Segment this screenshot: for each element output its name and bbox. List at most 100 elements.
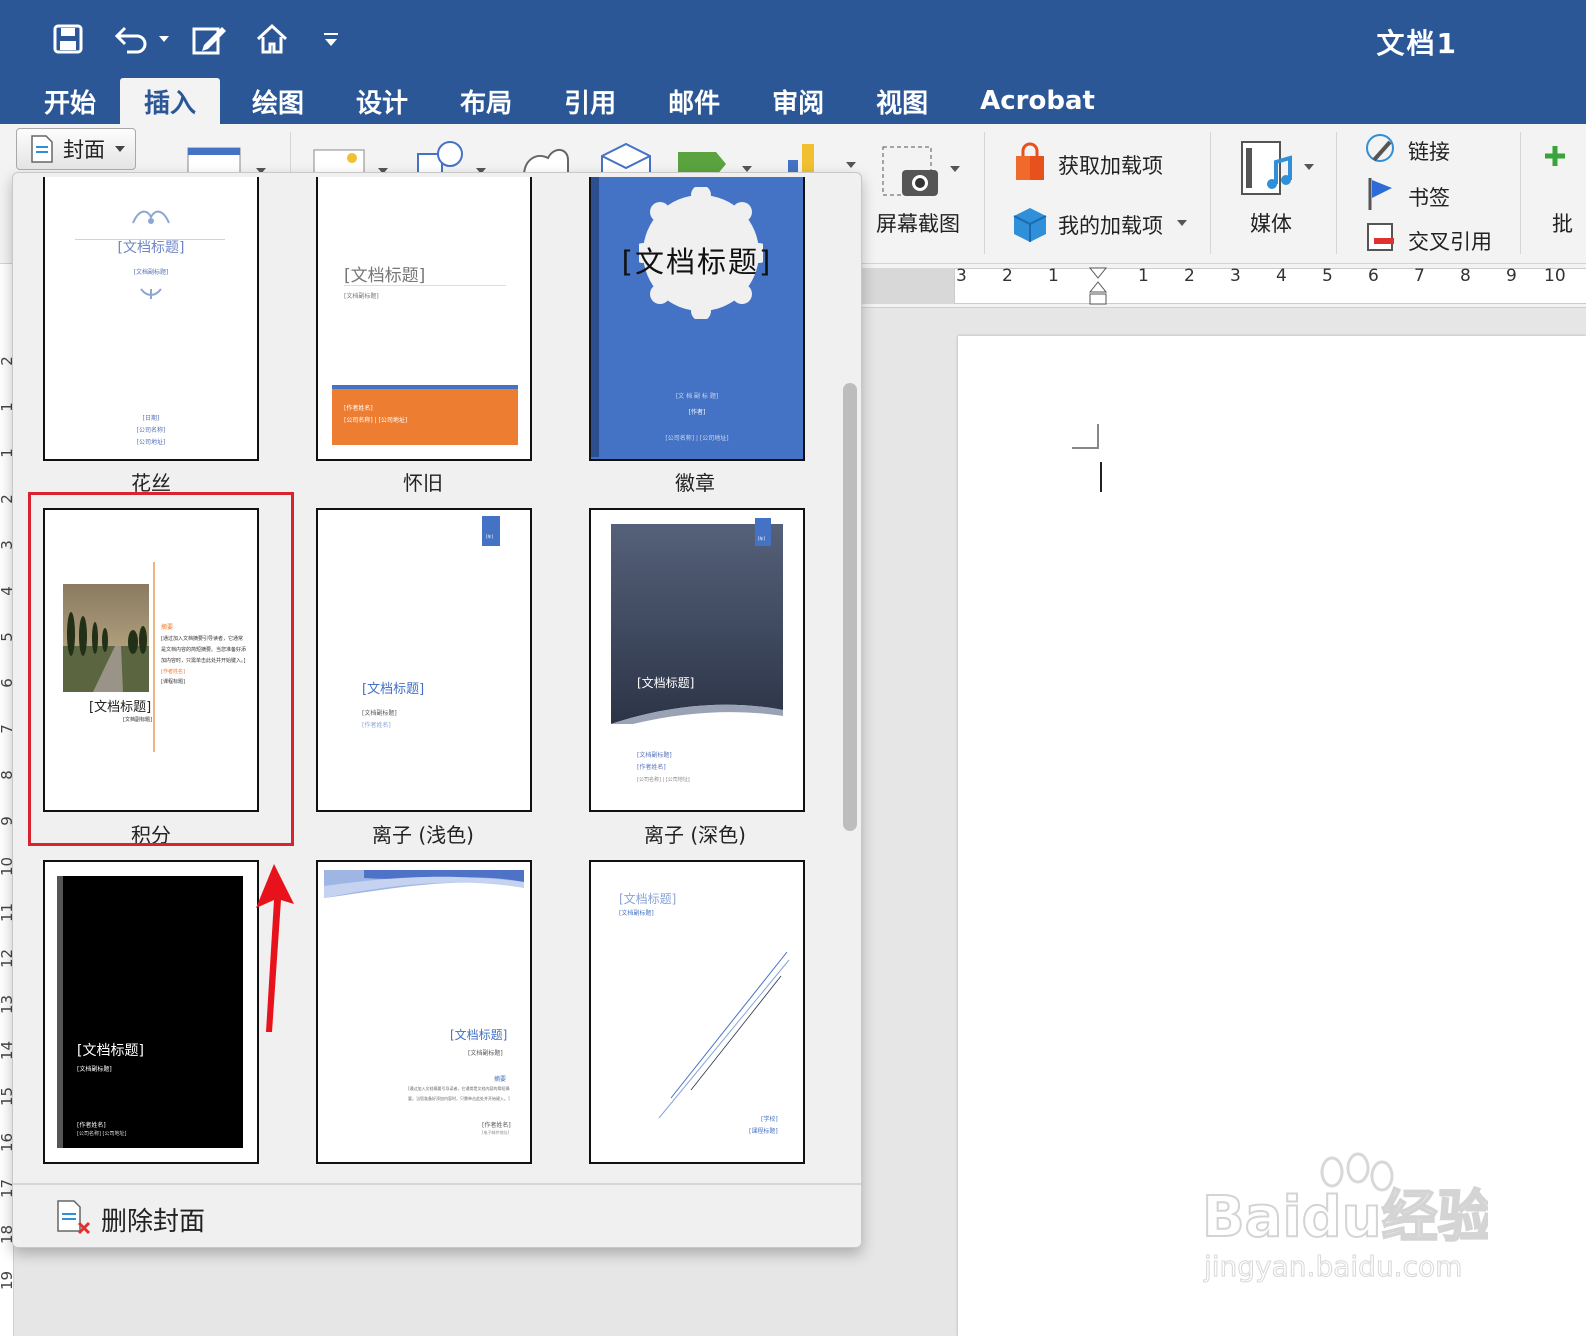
thumb-subtitle: [文档副标题] <box>619 910 654 917</box>
selection-highlight <box>28 492 294 846</box>
ruler-number: 6 <box>1368 266 1379 286</box>
thumb-footer: [公司名称] | [公司地址] <box>637 777 690 783</box>
title-bar: 文档1 开始 插入 绘图 设计 布局 引用 邮件 审阅 视图 Acrobat <box>0 0 1586 124</box>
wave-banner <box>324 870 524 898</box>
cover-page-icon <box>31 135 53 163</box>
home-icon[interactable] <box>250 18 294 60</box>
text-cursor <box>1100 462 1102 492</box>
tab-insert[interactable]: 插入 <box>120 78 221 124</box>
media-label[interactable]: 媒体 <box>1250 208 1292 238</box>
ruler-number: 8 <box>1460 266 1471 286</box>
media-icon[interactable] <box>1238 138 1318 202</box>
remove-cover-icon <box>57 1200 91 1235</box>
thumb-footer: [学校] <box>761 1116 778 1123</box>
get-addins-label[interactable]: 获取加载项 <box>1058 150 1163 180</box>
save-icon[interactable] <box>48 18 88 60</box>
cover-thumb-slice[interactable]: [文档标题] [文档副标题] [学校] [课程标题] <box>589 860 805 1164</box>
ruler-number: 3 <box>1230 266 1241 286</box>
cover-thumb-filigree[interactable]: [文档标题] [文档副标题] [日期] [公司名称] [公司地址] <box>43 177 259 461</box>
tab-layout[interactable]: 布局 <box>434 78 538 124</box>
cross-reference-label[interactable]: 交叉引用 <box>1408 226 1492 256</box>
my-addins-dropdown-icon[interactable] <box>1176 218 1188 228</box>
screenshot-icon[interactable] <box>880 144 964 204</box>
customize-dropdown-icon[interactable] <box>316 18 346 60</box>
cover-thumb-retrospect[interactable]: [文档标题] [文档副标题] [作者姓名] [公司名称] | [公司地址] <box>316 177 532 461</box>
thumb-footer: [作者姓名] <box>637 764 666 771</box>
divider <box>344 285 506 286</box>
screenshot-label[interactable]: 屏幕截图 <box>876 208 960 238</box>
link-label[interactable]: 链接 <box>1408 136 1450 166</box>
ruler-number: 9 <box>1506 266 1517 286</box>
indent-marker-icon[interactable] <box>1088 266 1108 308</box>
margin-corner-mark <box>1072 424 1099 449</box>
thumb-footer: [电子邮件地址] <box>482 1130 510 1135</box>
thumb-abstract: [通过加入文档摘要引导读者，它通常是文档内容的简短摘要。当您准备好添加内容时，只… <box>408 1086 510 1101</box>
tab-draw[interactable]: 绘图 <box>226 78 330 124</box>
thumb-subtitle: [文档副标题] <box>468 1050 503 1057</box>
ruler-number: 2 <box>1184 266 1195 286</box>
thumb-footer: [公司名称] [公司地址] <box>77 1131 127 1137</box>
bookmark-label[interactable]: 书签 <box>1408 182 1450 212</box>
year-tag: [年] <box>482 516 500 546</box>
comment-add-icon[interactable] <box>1542 142 1572 182</box>
thumb-footer: [日期] <box>142 415 160 422</box>
watermark-url: jingyan.baidu.com <box>1203 1250 1462 1283</box>
bookmark-icon[interactable] <box>1366 176 1396 212</box>
thumb-subtitle: [文 档 副 标 题] <box>675 393 719 400</box>
tab-mailings[interactable]: 邮件 <box>642 78 746 124</box>
cross-reference-icon[interactable] <box>1366 222 1398 254</box>
my-addins-label[interactable]: 我的加载项 <box>1058 210 1163 240</box>
thumb-title: [文档标题] <box>621 245 773 279</box>
cover-caption: 离子 (浅色) <box>372 823 474 847</box>
thumb-footer: [公司名称] <box>136 427 166 434</box>
remove-cover-page-button[interactable]: 删除封面 <box>13 1183 861 1247</box>
my-addins-icon[interactable] <box>1012 204 1048 244</box>
cover-thumb-ion-dark[interactable]: [年] [文档标题] [文档副标题] [作者姓名] [公司名称] | [公司地址… <box>589 508 805 812</box>
store-icon[interactable] <box>1012 142 1048 182</box>
thumb-footer: [公司地址] <box>136 439 166 446</box>
cover-caption: 徽章 <box>675 471 715 495</box>
ruler-margin-left <box>862 268 954 304</box>
baidu-jingyan-watermark: Baidu经验 jingyan.baidu.com <box>1201 1152 1488 1284</box>
black-panel <box>57 876 243 1148</box>
year-tag-text: [年] <box>486 534 494 539</box>
cover-thumb-ion-light[interactable]: [年] [文档标题] [文档副标题] [作者姓名] <box>316 508 532 812</box>
thumb-footer: [公司名称] | [公司地址] <box>344 417 408 424</box>
tab-home[interactable]: 开始 <box>0 78 114 124</box>
tab-review[interactable]: 审阅 <box>746 78 850 124</box>
thumb-footer: [作者姓名] <box>362 722 391 729</box>
tab-design[interactable]: 设计 <box>330 78 434 124</box>
cover-thumb-sideline[interactable]: [文档标题] [文档副标题] 摘要 [通过加入文档摘要引导读者，它通常是文档内容… <box>316 860 532 1164</box>
year-tag-text: [年] <box>758 536 766 541</box>
scrollbar-thumb[interactable] <box>843 383 857 831</box>
ruler-number: 5 <box>1322 266 1333 286</box>
gallery-scrollbar[interactable] <box>839 183 859 1183</box>
thumb-title: [文档标题] <box>362 682 425 697</box>
cover-page-button[interactable]: 封面 <box>16 128 136 170</box>
thumb-title: [文档标题] <box>117 240 185 256</box>
thumb-title: [文档标题] <box>619 892 677 906</box>
thumb-subtitle: [文档副标题] <box>637 752 672 759</box>
cover-thumb-badge[interactable]: [文档标题] [文 档 副 标 题] [作者] [公司名称] | [公司地址] <box>589 177 805 461</box>
ruler-number: 1 <box>1138 266 1149 286</box>
link-icon[interactable] <box>1364 132 1400 166</box>
orange-band: [作者姓名] [公司名称] | [公司地址] <box>332 389 518 445</box>
cover-caption: 怀旧 <box>403 471 443 495</box>
cover-page-label: 封面 <box>63 138 105 162</box>
watermark-text: Baidu经验 <box>1202 1185 1488 1250</box>
ruler-number: 7 <box>1414 266 1425 286</box>
thumb-footer: [作者] <box>688 409 706 416</box>
thumb-subtitle: [文档副标题] <box>362 710 397 717</box>
dark-curve-panel <box>611 524 783 724</box>
tab-references[interactable]: 引用 <box>538 78 642 124</box>
horizontal-ruler[interactable]: 3 2 1 1 2 3 4 5 6 7 8 9 10 <box>862 264 1586 308</box>
comment-label[interactable]: 批 <box>1552 208 1573 238</box>
tab-view[interactable]: 视图 <box>850 78 954 124</box>
cover-thumb-black[interactable]: [文档标题] [文档副标题] [作者姓名] [公司名称] [公司地址] <box>43 860 259 1164</box>
edit-icon[interactable] <box>188 18 232 60</box>
undo-icon[interactable] <box>108 18 172 60</box>
ribbon-tabs: 开始 插入 绘图 设计 布局 引用 邮件 审阅 视图 Acrobat <box>0 78 1121 124</box>
cover-caption: 离子 (深色) <box>644 823 746 847</box>
ruler-number: 3 <box>956 266 967 286</box>
tab-acrobat[interactable]: Acrobat <box>954 78 1121 124</box>
